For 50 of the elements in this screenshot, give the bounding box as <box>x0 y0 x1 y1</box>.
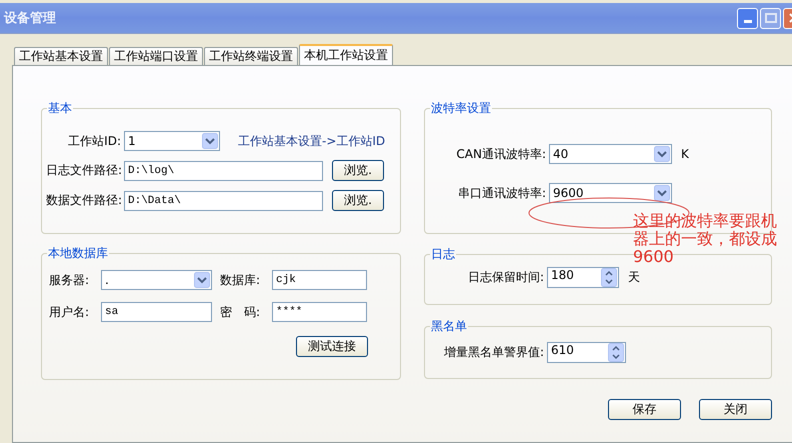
dropdown[interactable]: 9600 <box>549 183 672 203</box>
hint-text: 工作站基本设置->工作站ID <box>238 132 386 150</box>
browse-button[interactable]: 浏览. <box>332 190 384 211</box>
field-label: CAN通讯波特率: <box>455 146 547 162</box>
group-title: 基本 <box>47 100 73 117</box>
maximize-button[interactable] <box>760 8 781 28</box>
chevron-down-icon <box>202 133 218 149</box>
tab[interactable]: 本机工作站设置 <box>299 44 393 65</box>
chevron-down-icon <box>654 146 670 162</box>
group-title: 日志 <box>430 246 456 263</box>
minimize-icon <box>744 20 752 23</box>
group-title: 波特率设置 <box>430 100 492 117</box>
minimize-button[interactable] <box>737 8 758 28</box>
path-field[interactable]: D:\Data\ <box>124 190 323 210</box>
input-field[interactable]: sa <box>101 302 212 322</box>
path-field[interactable]: D:\log\ <box>124 160 323 180</box>
field-label: 工作站ID: <box>67 132 122 150</box>
chevron-down-icon <box>194 272 210 288</box>
field-label: 串口通讯波特率: <box>456 184 547 202</box>
input-field[interactable]: cjk <box>272 270 367 290</box>
field-label: 增量黑名单警界值: <box>442 344 545 361</box>
maximize-icon <box>764 13 776 23</box>
field-label: 用户名: <box>49 304 90 320</box>
group-title: 黑名单 <box>430 318 468 335</box>
spin-box[interactable]: 610 <box>547 342 626 363</box>
group-title: 本地数据库 <box>47 245 109 262</box>
tab[interactable]: 工作站端口设置 <box>109 47 203 65</box>
tab[interactable]: 工作站终端设置 <box>204 47 298 65</box>
test-connection-button[interactable]: 测试连接 <box>296 336 368 357</box>
unit-label: 天 <box>628 269 640 286</box>
spin-box[interactable]: 180 <box>547 267 619 288</box>
field-label: 服务器: <box>49 272 90 288</box>
unit-label: K <box>681 147 689 161</box>
field-label: 日志保留时间: <box>466 269 545 286</box>
window-title: 设备管理 <box>2 10 56 27</box>
password-field[interactable]: **** <box>272 302 367 322</box>
chevron-down-icon <box>654 185 670 201</box>
dropdown[interactable]: . <box>101 270 212 290</box>
up-down-icon <box>608 343 624 362</box>
tab[interactable]: 工作站基本设置 <box>14 47 108 65</box>
up-down-icon <box>601 268 617 287</box>
field-label: 数据文件路径: <box>46 192 124 209</box>
field-label: 日志文件路径: <box>46 162 124 179</box>
dropdown[interactable]: 40 <box>549 144 672 164</box>
browse-button[interactable]: 浏览. <box>332 160 384 181</box>
dialog-button[interactable]: 关闭 <box>699 399 772 420</box>
dropdown[interactable]: 1 <box>124 131 220 151</box>
field-label: 密 码: <box>220 304 262 320</box>
field-label: 数据库: <box>220 272 262 288</box>
dialog-button[interactable]: 保存 <box>608 399 681 420</box>
